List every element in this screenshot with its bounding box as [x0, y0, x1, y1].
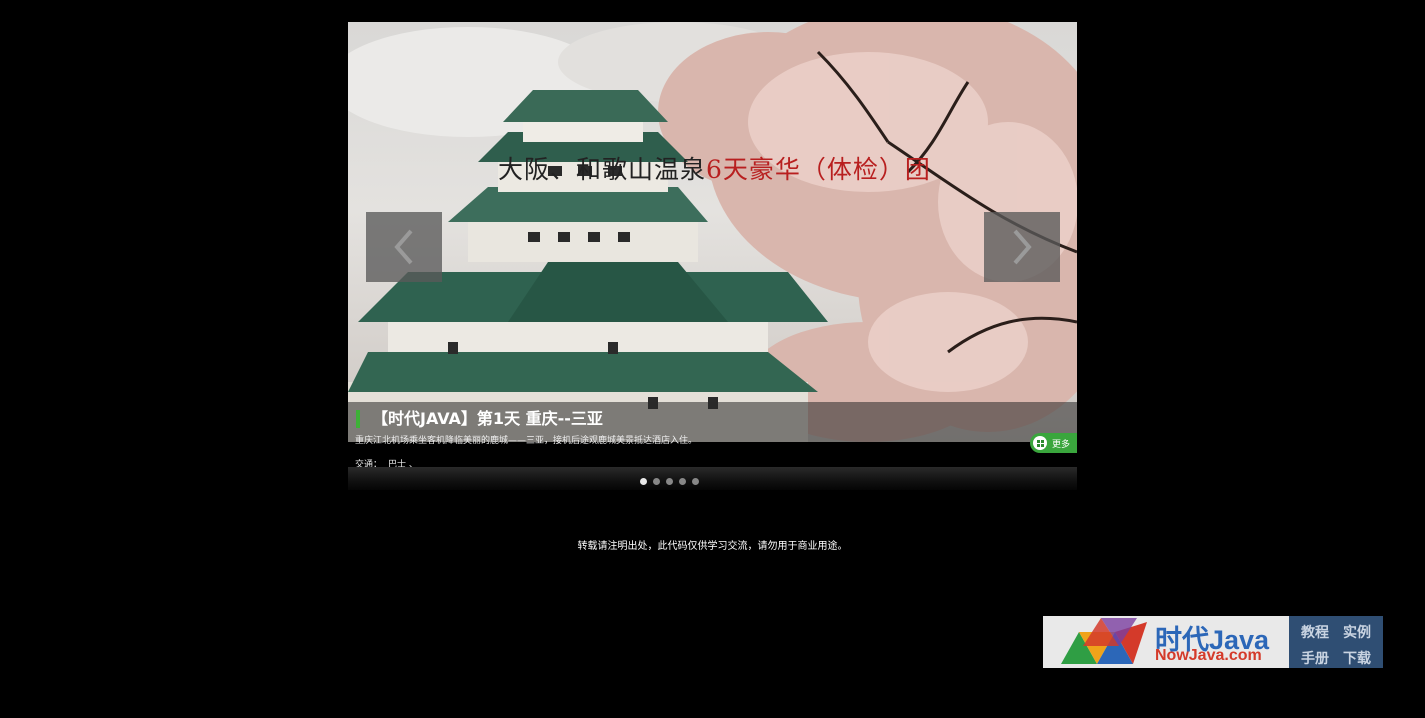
castle-cherry-blossom-illustration: [348, 22, 1077, 442]
slide-pager: [640, 478, 699, 485]
next-slide-button[interactable]: [984, 212, 1060, 282]
triangle-logo-icon: [1061, 618, 1147, 664]
pager-bar: [348, 467, 1077, 490]
logo-links-area: 教程 实例 手册 下载: [1289, 616, 1383, 668]
more-label: 更多: [1052, 439, 1071, 450]
more-button[interactable]: 更多: [1030, 433, 1077, 453]
banner-dark-text: 大阪、和歌山温泉: [498, 155, 707, 184]
logo-link-download[interactable]: 下载: [1343, 648, 1385, 668]
copyright-notice: 转载请注明出处，此代码仅供学习交流，请勿用于商业用途。: [577, 541, 848, 552]
slide-caption: 【时代JAVA】第1天 重庆--三亚 重庆江北机场乘坐客机降临美丽的鹿城——三亚…: [348, 402, 1077, 471]
slide-photo: [348, 22, 1077, 442]
image-slider[interactable]: 大阪、和歌山温泉6天豪华（体检）团 【时代JAVA】第1天 重庆--三亚 重庆江…: [348, 22, 1077, 490]
caption-description: 重庆江北机场乘坐客机降临美丽的鹿城——三亚，接机后途观鹿城美景抵达酒店入住。: [355, 436, 698, 446]
grid-icon: [1033, 436, 1047, 450]
slide-banner-text: 大阪、和歌山温泉6天豪华（体检）团: [498, 150, 931, 186]
logo-link-manual[interactable]: 手册: [1301, 648, 1343, 668]
banner-red-text: 6天豪华（体检）团: [706, 155, 931, 184]
logo-link-tutorial[interactable]: 教程: [1301, 622, 1343, 642]
chevron-right-icon: [1013, 229, 1032, 265]
logo-link-examples[interactable]: 实例: [1343, 622, 1385, 642]
chevron-left-icon: [394, 229, 413, 265]
pager-dot-5[interactable]: [692, 478, 699, 485]
caption-title: 【时代JAVA】第1天 重庆--三亚: [356, 410, 603, 428]
pager-dot-2[interactable]: [653, 478, 660, 485]
logo-name-en: NowJava.com: [1155, 647, 1262, 664]
prev-slide-button[interactable]: [366, 212, 442, 282]
pager-dot-3[interactable]: [666, 478, 673, 485]
pager-dot-4[interactable]: [679, 478, 686, 485]
nowjava-logo[interactable]: 时代Java NowJava.com 教程 实例 手册 下载: [1043, 616, 1383, 668]
logo-brand-area: 时代Java NowJava.com: [1043, 616, 1289, 668]
pager-dot-1[interactable]: [640, 478, 647, 485]
